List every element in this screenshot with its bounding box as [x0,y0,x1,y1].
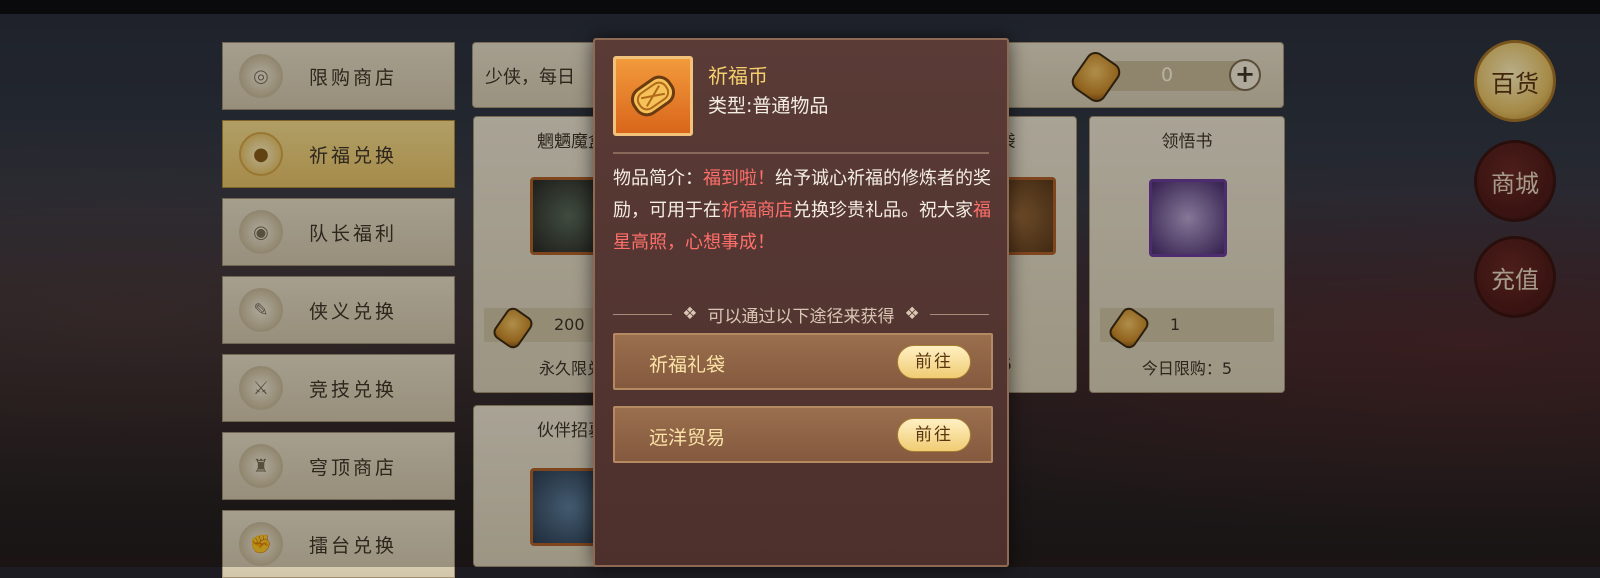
source-name: 远洋贸易 [649,427,726,449]
source-row: 祈福礼袋 前往 [613,333,993,390]
divider [613,152,989,154]
divider [613,313,673,315]
source-name: 祈福礼袋 [649,354,726,376]
desc-highlight: 福到啦！ [703,168,775,189]
item-tooltip-popup: 祈福币 类型:普通物品 物品简介：福到啦！给予诚心祈福的修炼者的奖励，可用于在祈… [593,38,1009,567]
desc-text: 兑换珍贵礼品。祝大家 [793,200,973,221]
divider [929,313,989,315]
goto-button[interactable]: 前往 [897,345,971,379]
item-name: 祈福币 [708,64,768,88]
source-header-text: 可以通过以下途径来获得 [707,306,895,327]
source-header: ❖ 可以通过以下途径来获得 ❖ [613,302,989,327]
blessing-coin-icon [613,56,693,136]
goto-button[interactable]: 前往 [897,418,971,452]
item-description: 物品简介：福到啦！给予诚心祈福的修炼者的奖励，可用于在祈福商店兑换珍贵礼品。祝大… [613,163,993,259]
item-type: 类型:普通物品 [708,95,829,117]
diamond-icon: ❖ [682,304,698,324]
diamond-icon: ❖ [904,304,920,324]
source-row: 远洋贸易 前往 [613,406,993,463]
desc-prefix: 物品简介： [613,168,703,189]
coin-graphic [630,75,676,117]
desc-highlight: 祈福商店 [721,200,793,221]
